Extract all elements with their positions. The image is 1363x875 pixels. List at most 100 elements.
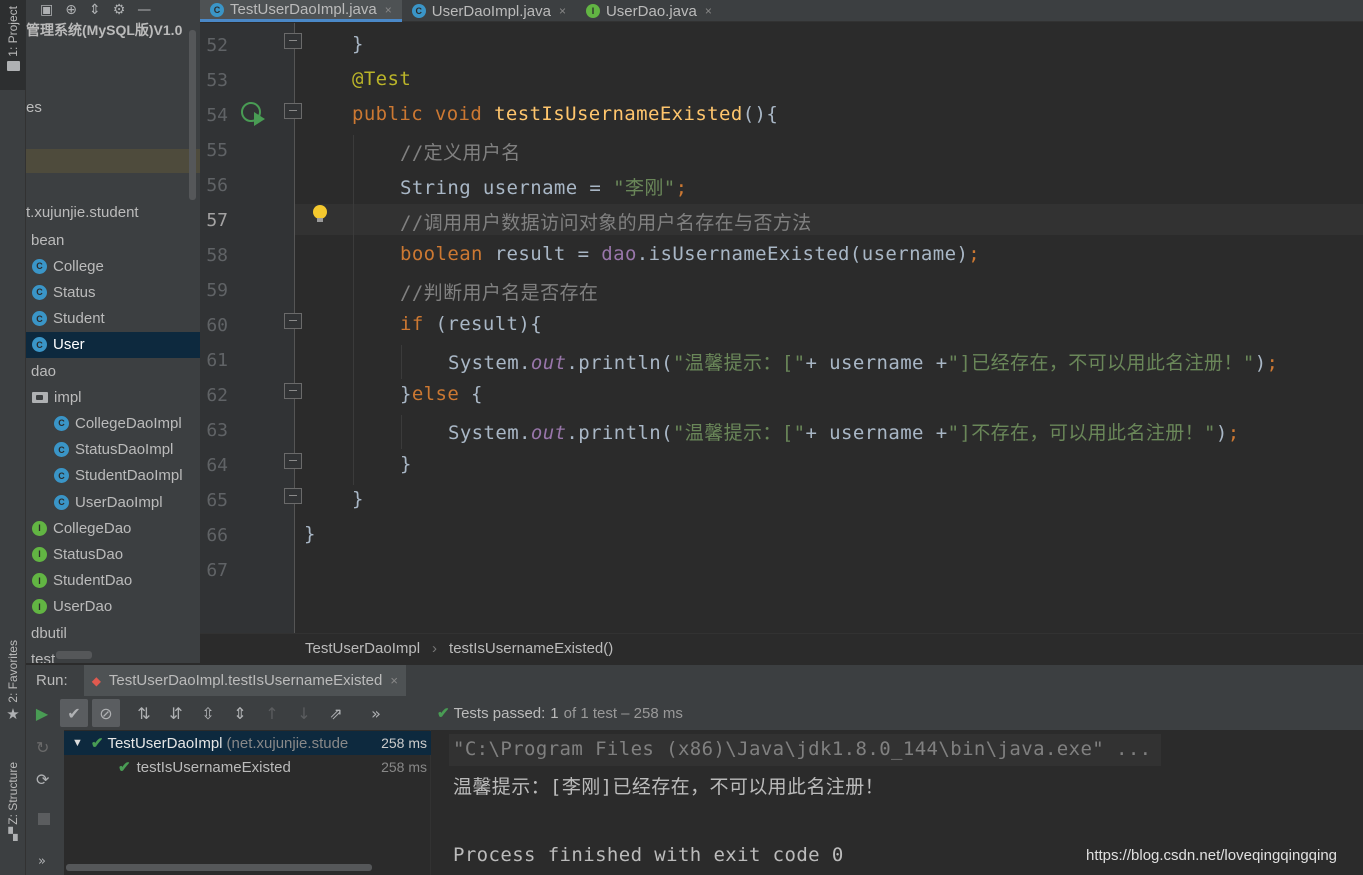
fold-marker[interactable] — [284, 453, 302, 469]
code-line-64: } — [400, 453, 412, 475]
rerun-failed-icon[interactable]: ↻ — [36, 738, 49, 757]
project-tree-item[interactable]: C Student — [26, 306, 200, 332]
project-tree-item[interactable]: I StudentDao — [26, 568, 200, 594]
intention-bulb-icon[interactable] — [313, 205, 327, 219]
class-icon: C — [32, 311, 47, 327]
junit-icon: ◆ — [91, 673, 101, 688]
window-icon[interactable]: ▣ — [40, 2, 53, 18]
project-tree-label: CollegeDao — [53, 519, 132, 537]
project-root-title[interactable]: 管理系统(MySQL版)V1.0 — [26, 20, 182, 40]
tests-passed-count: 1 — [550, 704, 559, 722]
test-status-bar: ✔ Tests passed: 1 of 1 test – 258 ms — [431, 696, 1363, 730]
project-tree-item[interactable]: C StatusDaoImpl — [26, 437, 200, 463]
code-token: ) — [1254, 352, 1267, 374]
toggle-auto-test-icon[interactable]: ⟳ — [36, 770, 49, 789]
tests-horizontal-scrollbar[interactable] — [66, 864, 372, 871]
project-tree-item[interactable]: test — [26, 646, 200, 663]
project-tree-item[interactable]: C Status — [26, 279, 200, 305]
run-config-tab[interactable]: ◆ TestUserDaoImpl.testIsUsernameExisted … — [83, 664, 406, 697]
project-horizontal-scrollbar[interactable] — [56, 651, 92, 659]
project-tree-label: dbutil — [31, 624, 67, 642]
project-vertical-scrollbar[interactable] — [189, 30, 196, 200]
project-tree-item[interactable]: C StudentDaoImpl — [26, 463, 200, 489]
indent-guide — [353, 135, 354, 485]
project-tree-item[interactable]: C CollegeDaoImpl — [26, 410, 200, 436]
line-number: 58 — [206, 245, 228, 266]
show-ignored-toggle[interactable]: ⊘ — [92, 699, 120, 727]
string-token: "温馨提示：[" — [672, 422, 806, 444]
close-icon[interactable]: × — [390, 673, 398, 688]
tests-passed-summary: of 1 test – 258 ms — [563, 704, 683, 722]
export-button[interactable]: ⇗ — [320, 699, 352, 727]
structure-tool-tab[interactable]: Z: Structure ▚ — [0, 762, 26, 862]
sort-alpha-button[interactable]: ⇅ — [128, 699, 160, 727]
editor-tab[interactable]: C UserDaoImpl.java × — [402, 0, 576, 22]
more-icon[interactable]: » — [38, 854, 46, 869]
project-tree-item[interactable]: I StatusDao — [26, 541, 200, 567]
stop-icon[interactable] — [38, 813, 50, 825]
show-passed-toggle[interactable]: ✔ — [60, 699, 88, 727]
code-token: System. — [448, 422, 531, 444]
fold-marker[interactable] — [284, 313, 302, 329]
collapse-all-icon[interactable]: ⇕ — [89, 2, 101, 18]
test-method-row[interactable]: ✔ testIsUsernameExisted 258 ms — [64, 755, 431, 779]
more-button[interactable]: » — [360, 699, 392, 727]
editor-tab-bar: C TestUserDaoImpl.java × C UserDaoImpl.java ×… — [200, 0, 1363, 22]
project-tree-label: UserDao — [53, 598, 113, 616]
fold-marker[interactable] — [284, 103, 302, 119]
project-tool-tab-label: 1: Project — [6, 6, 20, 57]
rerun-button[interactable]: ▶ — [26, 699, 58, 727]
project-tree-item[interactable]: dao — [26, 358, 200, 384]
previous-failed-button[interactable]: ↑ — [256, 699, 288, 727]
code-line-65: } — [352, 488, 364, 510]
project-tree-item[interactable]: C College — [26, 253, 200, 279]
project-tree-label: StatusDao — [53, 545, 124, 563]
hide-icon[interactable]: — — [137, 2, 151, 18]
project-tree-item[interactable]: C User — [26, 331, 200, 358]
keyword-token: if — [400, 313, 424, 335]
gear-icon[interactable]: ⚙ — [113, 2, 126, 18]
project-tree-item[interactable]: I UserDao — [26, 594, 200, 620]
close-icon[interactable]: × — [559, 4, 566, 18]
locate-icon[interactable]: ⊕ — [65, 2, 77, 18]
breadcrumb-method[interactable]: testIsUsernameExisted() — [449, 640, 613, 657]
next-failed-button[interactable]: ↓ — [288, 699, 320, 727]
expand-all-button[interactable]: ⇳ — [192, 699, 224, 727]
console-command: "C:\Program Files (x86)\Java\jdk1.8.0_14… — [453, 738, 1152, 760]
package-node[interactable]: t.xujunjie.student — [26, 204, 139, 221]
class-icon: C — [54, 468, 69, 484]
code-line-60: if (result){ — [400, 313, 542, 335]
favorites-tool-tab[interactable]: 2: Favorites ★ — [0, 640, 26, 740]
highlighted-row[interactable] — [26, 149, 200, 173]
code-line-66: } — [304, 523, 316, 545]
project-tree-item[interactable]: dbutil — [26, 620, 200, 646]
fold-marker[interactable] — [284, 383, 302, 399]
line-number: 59 — [206, 280, 228, 301]
fold-marker[interactable] — [284, 33, 302, 49]
sort-duration-button[interactable]: ⇵ — [160, 699, 192, 727]
project-tree-item[interactable]: bean — [26, 227, 200, 253]
line-number: 57 — [206, 210, 228, 231]
project-tree-label: test — [31, 650, 56, 663]
code-token: (){ — [742, 103, 779, 125]
project-tree-item[interactable]: impl — [26, 384, 200, 410]
expand-arrow-icon[interactable]: ▼ — [72, 737, 83, 749]
editor-tab-label: UserDao.java — [605, 2, 697, 20]
project-tree-item[interactable]: C UserDaoImpl — [26, 489, 200, 515]
favorites-tool-tab-label: 2: Favorites — [6, 640, 20, 703]
collapse-all-button[interactable]: ⇕ — [224, 699, 256, 727]
project-tree-item[interactable]: I CollegeDao — [26, 515, 200, 541]
close-icon[interactable]: × — [705, 4, 712, 18]
close-icon[interactable]: × — [385, 3, 392, 17]
class-icon: C — [54, 415, 69, 431]
test-class-row[interactable]: ▼ ✔ TestUserDaoImpl (net.xujunjie.stude … — [64, 731, 431, 755]
breadcrumb-class[interactable]: TestUserDaoImpl — [305, 640, 420, 657]
editor-tab[interactable]: I UserDao.java × — [576, 0, 722, 22]
code-token: ) — [1215, 422, 1228, 444]
line-number: 62 — [206, 385, 228, 406]
semicolon-token: ; — [1227, 422, 1240, 444]
truncated-node-es[interactable]: es — [26, 99, 42, 116]
project-tool-tab[interactable]: 1: Project — [0, 0, 26, 90]
fold-marker[interactable] — [284, 488, 302, 504]
editor-tab[interactable]: C TestUserDaoImpl.java × — [200, 0, 402, 22]
